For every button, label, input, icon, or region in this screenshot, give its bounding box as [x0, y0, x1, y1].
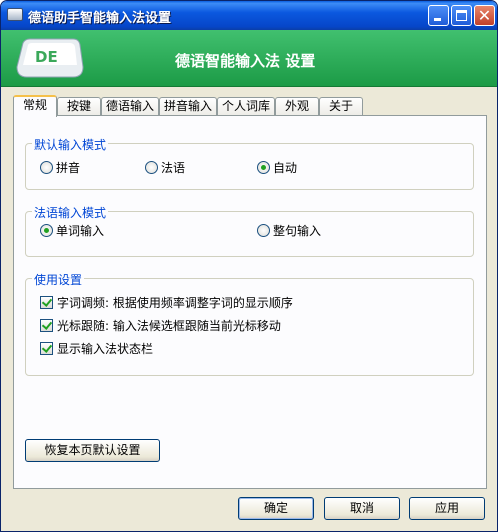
keyboard-icon [7, 8, 23, 21]
tab-about[interactable]: 关于 [319, 97, 363, 116]
tab-german-input[interactable]: 德语输入 [101, 97, 159, 116]
checkbox-frequency-adjust[interactable]: 字词调频: 根据使用频率调整字词的显示顺序 [40, 295, 293, 311]
radio-button[interactable] [40, 224, 53, 237]
checkbox[interactable] [40, 296, 53, 309]
title-bar[interactable]: 德语助手智能输入法设置 ✕ [1, 1, 497, 30]
french-mode-group: 法语输入模式 单词输入 整句输入 [25, 204, 474, 257]
minimize-button[interactable] [428, 5, 449, 26]
usage-settings-title: 使用设置 [32, 271, 85, 288]
usage-settings-group: 使用设置 字词调频: 根据使用频率调整字词的显示顺序 光标跟随: 输入法候选框跟… [25, 271, 474, 376]
radio-word-input[interactable]: 单词输入 [40, 223, 104, 239]
close-icon: ✕ [477, 6, 492, 25]
window-title: 德语助手智能输入法设置 [28, 11, 172, 26]
radio-label: 法语 [161, 161, 186, 175]
radio-label: 整句输入 [273, 224, 322, 238]
french-mode-title: 法语输入模式 [32, 204, 109, 221]
radio-button[interactable] [257, 161, 270, 174]
checkbox-label: 字词调频: 根据使用频率调整字词的显示顺序 [57, 296, 293, 310]
tab-appearance[interactable]: 外观 [275, 97, 319, 116]
checkbox[interactable] [40, 319, 53, 332]
radio-button[interactable] [40, 161, 53, 174]
maximize-icon [456, 10, 467, 21]
close-button[interactable]: ✕ [474, 5, 495, 26]
default-mode-group: 默认输入模式 拼音 法语 自动 [25, 136, 474, 190]
checkbox-label: 光标跟随: 输入法候选框跟随当前光标移动 [57, 319, 281, 333]
de-key-logo-icon: DE [16, 38, 84, 78]
tab-personal-dictionary[interactable]: 个人词库 [217, 97, 275, 116]
tab-pinyin-input[interactable]: 拼音输入 [159, 97, 217, 116]
ok-button[interactable]: 确定 [238, 497, 314, 520]
radio-label: 拼音 [56, 161, 81, 175]
radio-sentence-input[interactable]: 整句输入 [257, 223, 321, 239]
checkbox-label: 显示输入法状态栏 [57, 342, 154, 356]
radio-french[interactable]: 法语 [145, 160, 185, 176]
logo-text: DE [35, 48, 58, 66]
restore-defaults-button[interactable]: 恢复本页默认设置 [25, 439, 160, 462]
apply-button[interactable]: 应用 [409, 497, 485, 520]
radio-label: 单词输入 [56, 224, 105, 238]
radio-button[interactable] [257, 224, 270, 237]
radio-auto[interactable]: 自动 [257, 160, 297, 176]
tab-general[interactable]: 常规 [13, 95, 57, 117]
banner-title: 德语智能输入法 设置 [175, 52, 316, 70]
maximize-button[interactable] [451, 5, 472, 26]
cancel-button[interactable]: 取消 [324, 497, 400, 520]
checkbox[interactable] [40, 342, 53, 355]
checkbox-cursor-follow[interactable]: 光标跟随: 输入法候选框跟随当前光标移动 [40, 318, 281, 334]
settings-window: 德语助手智能输入法设置 ✕ DE 德语智能输入法 设置 常规 按键 德语输入 拼… [0, 0, 498, 532]
header-banner: DE 德语智能输入法 设置 [1, 30, 497, 87]
minimize-icon [434, 18, 441, 21]
radio-label: 自动 [273, 161, 298, 175]
tab-panel-general: 默认输入模式 拼音 法语 自动 法语输入模式 单词输入 整句输入 使用设置 字词… [13, 115, 487, 489]
radio-pinyin[interactable]: 拼音 [40, 160, 80, 176]
checkbox-show-status-bar[interactable]: 显示输入法状态栏 [40, 341, 153, 357]
tab-keys[interactable]: 按键 [57, 97, 101, 116]
default-mode-title: 默认输入模式 [32, 136, 109, 153]
radio-button[interactable] [145, 161, 158, 174]
